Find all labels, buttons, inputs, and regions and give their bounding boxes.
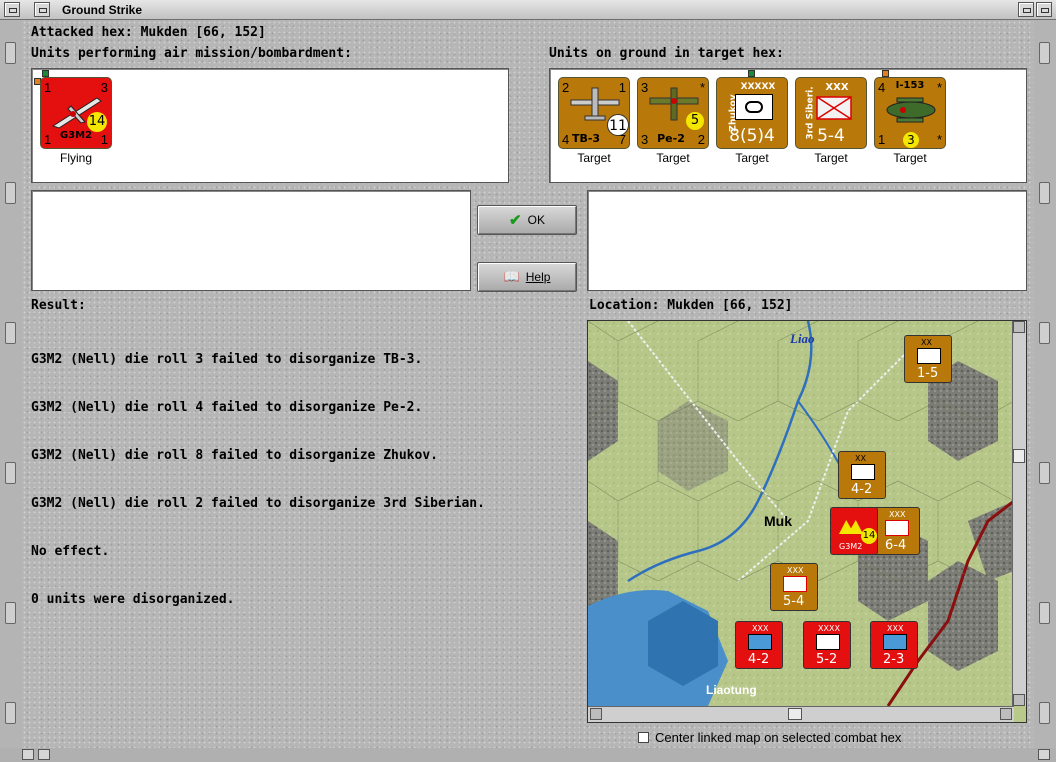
minimize-icon[interactable]: [34, 2, 50, 17]
map-vertical-scrollbar[interactable]: [1012, 321, 1026, 706]
ground-unit-3rd-siberian[interactable]: XXX 3rd Siberi. 5-4 Target: [795, 77, 867, 165]
infantry-symbol-icon: [885, 520, 909, 536]
center-map-option[interactable]: Center linked map on selected combat hex: [638, 730, 901, 745]
unit-status: Flying: [59, 151, 92, 165]
location-label: Location: Mukden [66, 152]: [589, 298, 793, 313]
air-units-label: Units performing air mission/bombardment…: [31, 46, 352, 61]
resize-icon[interactable]: [38, 749, 50, 760]
scroll-down-icon[interactable]: [1013, 694, 1025, 706]
attacked-hex-label: Attacked hex: Mukden [66, 152]: [31, 25, 266, 40]
ground-unit-pe2[interactable]: 3 * 3 2 Pe-2 5 Target: [637, 77, 709, 165]
aircraft-icon: [839, 520, 863, 534]
bottom-bar: [0, 748, 1056, 762]
map-region-label: Liaotung: [706, 683, 757, 697]
map-city-label: Muk: [764, 513, 792, 529]
scroll-left-icon[interactable]: [590, 708, 602, 720]
infantry-symbol-icon: [783, 576, 807, 592]
close-icon[interactable]: [1036, 2, 1052, 17]
unit-status: Target: [893, 151, 927, 165]
help-button[interactable]: 📖 Help: [477, 262, 577, 292]
result-log: G3M2 (Nell) die roll 3 failed to disorga…: [31, 320, 485, 624]
system-menu-icon[interactable]: [4, 2, 20, 17]
map-air-unit-counter[interactable]: G3M2 14: [830, 507, 878, 555]
unit-badge: 5: [686, 112, 704, 130]
map-unit-counter[interactable]: XXXX 5-2: [803, 621, 851, 669]
result-line: No effect.: [31, 544, 110, 559]
map-unit-counter[interactable]: XXX 2-3: [870, 621, 918, 669]
scroll-thumb[interactable]: [788, 708, 802, 720]
map-unit-counter[interactable]: XX 4-2: [838, 451, 886, 499]
result-line: G3M2 (Nell) die roll 8 failed to disorga…: [31, 448, 438, 463]
result-label: Result:: [31, 298, 86, 313]
unit-symbol-icon: [851, 464, 875, 480]
unit-flag-icon: [748, 70, 755, 77]
center-map-checkbox-label: Center linked map on selected combat hex: [655, 730, 902, 745]
unit-symbol-icon: [748, 634, 772, 650]
left-frame-decoration: [4, 22, 18, 742]
ground-units-label: Units on ground in target hex:: [549, 46, 784, 61]
map-river-label: Liao: [790, 331, 815, 346]
unit-counter: 3 * 3 2 Pe-2 5: [637, 77, 709, 149]
air-unit-g3m2[interactable]: 1 3 1 1 G3M2 14 Flying: [34, 70, 112, 165]
result-line: G3M2 (Nell) die roll 2 failed to disorga…: [31, 496, 485, 511]
result-line: G3M2 (Nell) die roll 4 failed to disorga…: [31, 400, 423, 415]
unit-counter: XXX 3rd Siberi. 5-4: [795, 77, 867, 149]
scroll-right-icon[interactable]: [1000, 708, 1012, 720]
ground-unit-detail-panel: [587, 190, 1027, 291]
window-title: Ground Strike: [62, 3, 143, 17]
ground-unit-tb3[interactable]: 2 1 4 7 TB-3 11 Target: [558, 77, 630, 165]
ground-units-list: 2 1 4 7 TB-3 11 Target 3 * 3 2 Pe-2 5 Ta…: [549, 68, 1027, 183]
unit-counter: 4 * 1 * I-153 3: [874, 77, 946, 149]
scroll-thumb[interactable]: [1013, 449, 1025, 463]
unit-badge: 11: [607, 114, 629, 136]
help-book-icon: 📖: [503, 269, 520, 284]
unit-badge: 3: [903, 132, 919, 148]
maximize-icon[interactable]: [1018, 2, 1034, 17]
title-bar: Ground Strike: [0, 0, 1056, 20]
unit-counter: 2 1 4 7 TB-3 11: [558, 77, 630, 149]
right-frame-decoration: [1038, 22, 1052, 742]
unit-flag-icon: [882, 70, 889, 77]
air-units-list: 1 3 1 1 G3M2 14 Flying: [31, 68, 509, 183]
checkmark-icon: ✔: [509, 212, 522, 229]
unit-badge: 14: [87, 112, 107, 132]
map-unit-counter[interactable]: XX 1-5: [904, 335, 952, 383]
unit-symbol-icon: [816, 634, 840, 650]
map-unit-counter[interactable]: XXX 6-4: [872, 507, 920, 555]
result-line: 0 units were disorganized.: [31, 592, 235, 607]
result-line: G3M2 (Nell) die roll 3 failed to disorga…: [31, 352, 423, 367]
map-horizontal-scrollbar[interactable]: [588, 706, 1014, 722]
resize-icon[interactable]: [22, 749, 34, 760]
air-unit-detail-panel: [31, 190, 471, 291]
infantry-symbol-icon: [816, 96, 852, 120]
scroll-up-icon[interactable]: [1013, 321, 1025, 333]
resize-grip-icon[interactable]: [1038, 749, 1050, 760]
unit-symbol-icon: [883, 634, 907, 650]
ground-unit-i153[interactable]: 4 * 1 * I-153 3 Target: [874, 70, 946, 165]
hq-symbol-icon: [735, 94, 773, 120]
unit-flag-icon: [42, 70, 49, 77]
location-map[interactable]: Liao Muk Liaotung XX 1-5 XX 4-2 XXX 6-4 …: [587, 320, 1027, 723]
ok-button[interactable]: ✔ OK: [477, 205, 577, 235]
unit-counter: XXXXX Zhukov 8(5)4: [716, 77, 788, 149]
unit-symbol-icon: [917, 348, 941, 364]
map-unit-counter[interactable]: XXX 4-2: [735, 621, 783, 669]
unit-counter: 1 3 1 1 G3M2 14: [40, 77, 112, 149]
map-unit-counter[interactable]: XXX 5-4: [770, 563, 818, 611]
center-map-checkbox[interactable]: [638, 732, 649, 743]
fighter-aircraft-icon: [886, 97, 936, 123]
ground-unit-zhukov[interactable]: XXXXX Zhukov 8(5)4 Target: [716, 70, 788, 165]
